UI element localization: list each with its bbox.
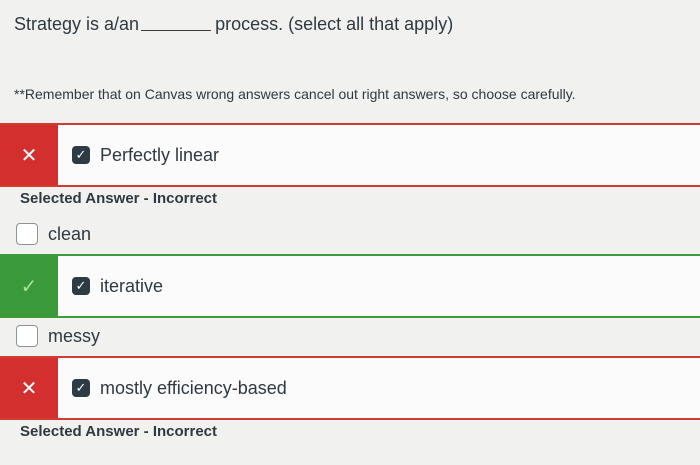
answer-label: Perfectly linear [100, 144, 220, 165]
question-text-end: process. (select all that apply) [215, 14, 454, 34]
checkbox-unchecked[interactable] [16, 223, 38, 245]
selected-answer-feedback: Selected Answer - Incorrect [20, 190, 218, 207]
answer-option-iterative: ✓ ✓ iterative [0, 254, 700, 318]
question-text-start: Strategy is a/an [14, 14, 140, 34]
answer-label: mostly efficiency-based [100, 377, 287, 398]
incorrect-x-icon: ✕ [0, 125, 58, 185]
answer-label: messy [48, 325, 101, 346]
answer-option-clean: clean [0, 214, 700, 254]
incorrect-x-icon: ✕ [0, 358, 58, 418]
fill-in-blank [141, 29, 212, 31]
checkbox-unchecked[interactable] [16, 325, 38, 347]
answer-option-mostly-efficiency-based: ✕ ✓ mostly efficiency-based [0, 356, 700, 420]
answer-label: clean [48, 223, 92, 244]
question-text: Strategy is a/an process. (select all tha… [14, 14, 453, 35]
answer-option-messy: messy [0, 316, 700, 356]
instruction-note: **Remember that on Canvas wrong answers … [14, 86, 576, 102]
correct-check-icon: ✓ [0, 256, 58, 316]
checkbox-checked-icon[interactable]: ✓ [72, 146, 90, 164]
answer-label: iterative [100, 275, 164, 296]
selected-answer-feedback: Selected Answer - Incorrect [20, 423, 218, 440]
checkbox-checked-icon[interactable]: ✓ [72, 379, 90, 397]
checkbox-checked-icon[interactable]: ✓ [72, 277, 90, 295]
answer-option-perfectly-linear: ✕ ✓ Perfectly linear [0, 123, 700, 187]
